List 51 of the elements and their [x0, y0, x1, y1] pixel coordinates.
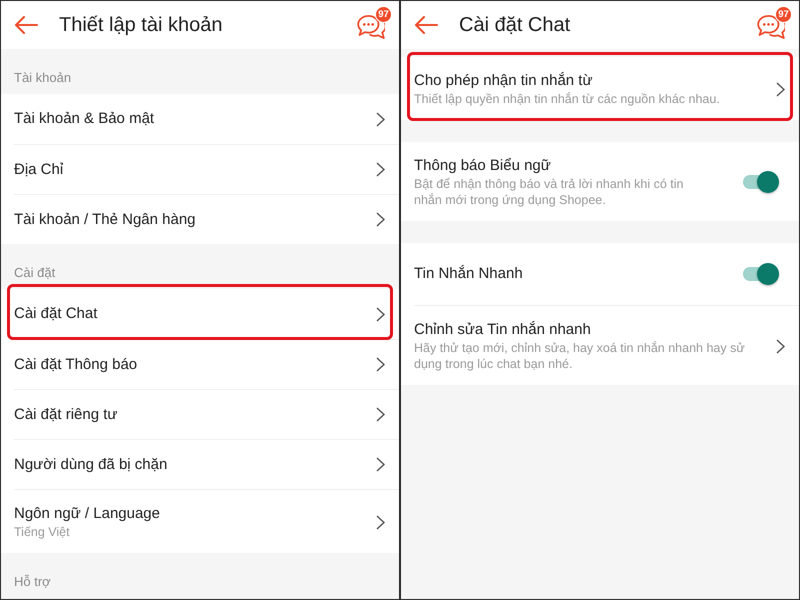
notification-badge: 97 [775, 6, 792, 23]
chevron-right-icon [776, 82, 785, 96]
chevron-right-icon [376, 112, 385, 126]
settings-item[interactable]: Cài đặt riêng tư [1, 389, 399, 439]
chevron-right-icon [376, 357, 385, 372]
chevron-right-icon [376, 162, 385, 177]
settings-item[interactable]: Địa Chỉ [1, 144, 399, 194]
item-title: Địa Chỉ [14, 160, 64, 180]
back-button[interactable] [414, 16, 438, 34]
back-arrow-icon [14, 16, 38, 34]
item-title: Tin Nhắn Nhanh [414, 264, 524, 284]
item-title: Cài đặt Thông báo [14, 354, 138, 374]
settings-item[interactable]: Người dùng đã bị chặn [1, 439, 399, 489]
settings-item[interactable]: Tin Nhắn Nhanh [401, 243, 799, 305]
back-arrow-icon [414, 16, 438, 34]
chat-button[interactable]: 97 [357, 6, 392, 40]
settings-item[interactable]: Tài khoản / Thẻ Ngân hàng [1, 194, 399, 244]
item-title: Thông báo Biểu ngữ [414, 156, 552, 176]
toggle-switch[interactable] [741, 170, 779, 194]
item-subtitle: Tiếng Việt [14, 524, 71, 540]
section-label: Hỗ trợ [13, 573, 52, 591]
back-button[interactable] [14, 16, 38, 34]
chevron-right-icon [376, 306, 385, 322]
notification-badge: 97 [375, 6, 392, 23]
chevron-right-icon [376, 407, 385, 422]
section-label: Cài đặt [13, 264, 56, 282]
item-title: Cho phép nhận tin nhắn từ [414, 71, 594, 91]
chevron-right-icon [376, 212, 385, 227]
chevron-right-icon [376, 514, 385, 530]
settings-item[interactable]: Cài đặt Thông báo [1, 339, 399, 389]
item-title: Tài khoản & Bảo mật [14, 109, 156, 129]
item-title: Cài đặt Chat [14, 304, 98, 324]
toggle-switch[interactable] [741, 262, 779, 286]
settings-item[interactable]: Ngôn ngữ / Language Tiếng Việt [1, 489, 399, 553]
item-subtitle: Hãy thử tạo mới, chỉnh sửa, hay xoá tin nhắn nhanh hay sử dụng trong lúc chat bạn nhé. [414, 340, 746, 372]
chat-button[interactable]: 97 [757, 6, 792, 40]
item-title: Chỉnh sửa Tin nhắn nhanh [414, 320, 592, 340]
settings-item[interactable]: Chỉnh sửa Tin nhắn nhanh Hãy thử tạo mới, chỉnh sửa, hay xoá tin nhắn nhanh hay sử dụng trong lúc chat bạn nhé. [401, 305, 799, 385]
item-title: Ngôn ngữ / Language [14, 504, 161, 524]
item-title: Người dùng đã bị chặn [14, 454, 168, 474]
item-title: Cài đặt riêng tư [14, 404, 118, 424]
item-subtitle: Thiết lập quyền nhận tin nhắn từ các nguồn khác nhau. [414, 91, 721, 107]
screen-title: Cài đặt Chat [459, 13, 572, 37]
item-title: Tài khoản / Thẻ Ngân hàng [14, 210, 197, 230]
screen-title: Thiết lập tài khoản [59, 13, 224, 37]
item-subtitle: Bật để nhận thông báo và trả lời nhanh khi có tin nhắn mới trong ứng dụng Shopee. [414, 176, 684, 208]
chevron-right-icon [776, 338, 785, 354]
section-label: Tài khoản [13, 69, 72, 87]
settings-item[interactable]: Thông báo Biểu ngữ Bật để nhận thông báo và trả lời nhanh khi có tin nhắn mới trong ứng dụng Shopee. [401, 142, 799, 221]
settings-item[interactable]: Tài khoản & Bảo mật [1, 94, 399, 144]
chevron-right-icon [376, 457, 385, 472]
